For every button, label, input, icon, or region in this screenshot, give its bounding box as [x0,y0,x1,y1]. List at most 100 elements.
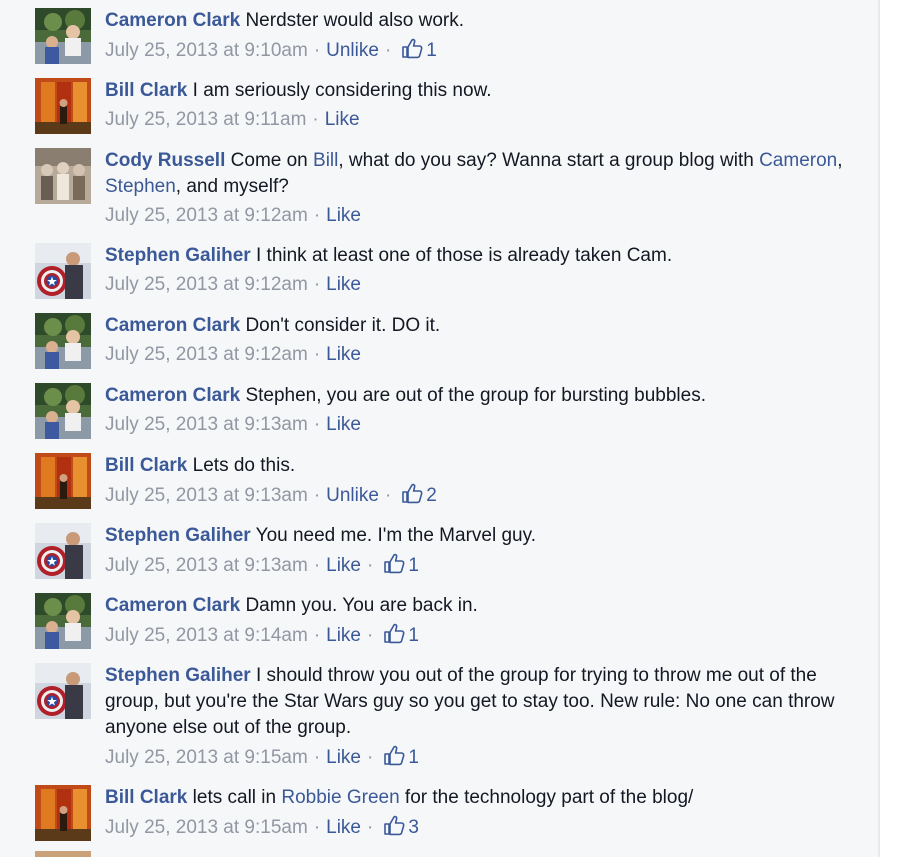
comment-timestamp[interactable]: July 25, 2013 at 9:13am [105,485,308,506]
like-count[interactable]: 2 [426,485,437,506]
comment-author[interactable]: Stephen Galiher [105,245,251,266]
unlike-button[interactable]: Unlike [326,485,379,506]
separator-dot: · [313,414,321,435]
comment-body: Bill Clark Lets do this. July 25, 2013 at… [105,453,845,509]
comment-timestamp[interactable]: July 25, 2013 at 9:12am [105,344,308,365]
comment-author[interactable]: Bill Clark [105,455,187,476]
comment-text: Cameron Clark Stephen, you are out of th… [105,383,845,409]
comment-meta: July 25, 2013 at 9:11am · Like [105,107,845,133]
comment-message: lets call in [192,787,282,808]
comment-message: Stephen, you are out of the group for bu… [245,385,706,406]
separator-dot: · [313,40,321,61]
comment-meta: July 25, 2013 at 9:13am · Like [105,412,845,438]
avatar[interactable] [35,313,91,369]
like-button[interactable]: Like [326,414,361,435]
comment-message: , and myself? [175,176,289,197]
like-button[interactable]: Like [325,109,360,130]
comment-author[interactable]: Cody Russell [105,150,225,171]
separator-dot: · [384,40,392,61]
thumbs-up-icon[interactable] [383,744,405,766]
comment-body: Cameron Clark Damn you. You are back in.… [105,593,845,649]
like-count[interactable]: 1 [408,747,419,768]
thumbs-up-icon[interactable] [383,814,405,836]
comment-meta: July 25, 2013 at 9:12am · Like [105,342,845,368]
like-button[interactable]: Like [326,205,361,226]
like-button[interactable]: Like [326,747,361,768]
comment-message: Damn you. You are back in. [245,595,478,616]
mention-link[interactable]: Robbie Green [281,787,399,808]
avatar[interactable] [35,383,91,439]
like-count[interactable]: 1 [426,40,437,61]
mention-link[interactable]: Stephen [105,176,176,197]
comment-body: Stephen Galiher I should throw you out o… [105,663,845,771]
unlike-button[interactable]: Unlike [326,40,379,61]
comment-meta: July 25, 2013 at 9:12am · Like [105,272,845,298]
like-button[interactable]: Like [326,625,361,646]
like-count[interactable]: 1 [408,625,419,646]
comment-text: Bill Clark Lets do this. [105,453,845,479]
comment-author[interactable]: Cameron Clark [105,385,240,406]
comment-timestamp[interactable]: July 25, 2013 at 9:13am [105,414,308,435]
comment-body: Stephen Galiher I think at least one of … [105,243,845,298]
separator-dot: · [312,109,319,130]
separator-dot: · [313,817,321,838]
comment-message: Nerdster would also work. [245,10,465,31]
comment-timestamp[interactable]: July 25, 2013 at 9:15am [105,747,308,768]
thumbs-up-icon[interactable] [383,552,405,574]
avatar[interactable] [35,453,91,509]
comment-meta: July 25, 2013 at 9:10am · Unlike · 1 [105,37,845,64]
comment-meta: July 25, 2013 at 9:13am · Like · 1 [105,552,845,579]
thumbs-up-icon[interactable] [383,622,405,644]
mention-link[interactable]: Bill [313,150,338,171]
avatar[interactable] [35,593,91,649]
avatar[interactable] [35,523,91,579]
comment-author[interactable]: Bill Clark [105,80,187,101]
like-button[interactable]: Like [326,555,361,576]
avatar[interactable] [35,243,91,299]
separator-dot: · [313,344,321,365]
comment-timestamp[interactable]: July 25, 2013 at 9:15am [105,817,308,838]
comment-author[interactable]: Cameron Clark [105,10,240,31]
comment-text: Bill Clark lets call in Robbie Green for… [105,785,845,811]
comment-message: Don't consider it. DO it. [245,315,441,336]
avatar[interactable] [35,148,91,204]
comment-timestamp[interactable]: July 25, 2013 at 9:12am [105,274,308,295]
avatar[interactable] [35,8,91,64]
mention-link[interactable]: Cameron [759,150,837,171]
comment-body: Cameron Clark Don't consider it. DO it. J… [105,313,845,368]
avatar[interactable] [35,78,91,134]
thumbs-up-icon[interactable] [401,37,423,59]
comment-timestamp[interactable]: July 25, 2013 at 9:14am [105,625,308,646]
comment-text: Bill Clark I am seriously considering th… [105,78,845,104]
comment-meta: July 25, 2013 at 9:12am · Like [105,203,845,229]
like-count[interactable]: 3 [408,817,419,838]
comment-body: Cameron Clark Nerdster would also work. J… [105,8,845,64]
comment-message: You need me. I'm the Marvel guy. [255,525,536,546]
thumbs-up-icon[interactable] [401,482,423,504]
comment-meta: July 25, 2013 at 9:15am · Like · 3 [105,814,845,841]
comment-meta: July 25, 2013 at 9:13am · Unlike · 2 [105,482,845,509]
comment-body: Bill Clark lets call in Robbie Green for… [105,785,845,841]
avatar[interactable] [35,663,91,719]
like-button[interactable]: Like [326,817,361,838]
like-button[interactable]: Like [326,274,361,295]
comment-meta: July 25, 2013 at 9:14am · Like · 1 [105,622,845,649]
comment-text: Cody Russell Come on Bill, what do you s… [105,148,845,200]
comment-timestamp[interactable]: July 25, 2013 at 9:13am [105,555,308,576]
separator-dot: · [313,625,321,646]
comment-text: Cameron Clark Nerdster would also work. [105,8,845,34]
comment-author[interactable]: Cameron Clark [105,595,240,616]
comment-author[interactable]: Stephen Galiher [105,665,251,686]
comment-author[interactable]: Bill Clark [105,787,187,808]
like-count[interactable]: 1 [408,555,419,576]
comment-timestamp[interactable]: July 25, 2013 at 9:12am [105,205,308,226]
comment-author[interactable]: Stephen Galiher [105,525,251,546]
comment-author[interactable]: Cameron Clark [105,315,240,336]
comment-text: Stephen Galiher I think at least one of … [105,243,845,269]
avatar[interactable] [35,785,91,841]
like-button[interactable]: Like [326,344,361,365]
separator-dot: · [313,205,321,226]
comment-timestamp[interactable]: July 25, 2013 at 9:10am [105,40,308,61]
separator-dot: · [367,817,374,838]
comment-timestamp[interactable]: July 25, 2013 at 9:11am [105,109,306,130]
